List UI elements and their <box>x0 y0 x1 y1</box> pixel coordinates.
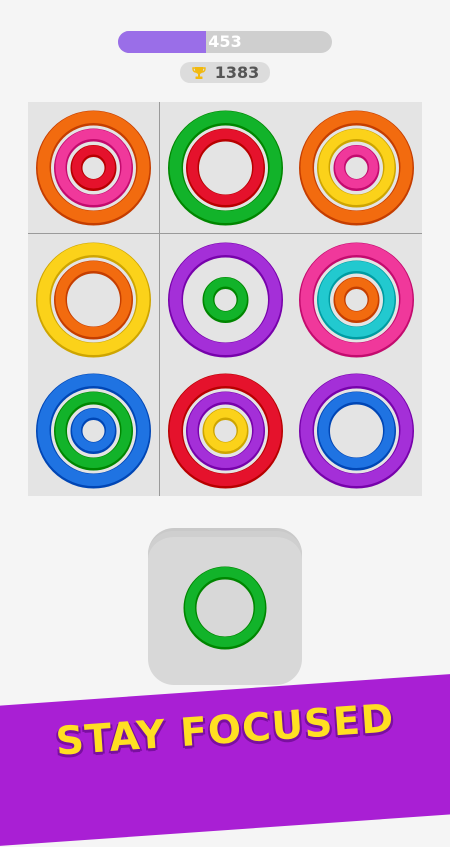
best-score-pill: 1383 <box>180 62 270 83</box>
piece-tray[interactable] <box>148 528 302 685</box>
medium-red-ring <box>186 128 265 208</box>
tray-medium-green-ring <box>183 566 267 650</box>
small-orange-ring <box>333 277 380 323</box>
game-board <box>28 102 422 496</box>
board-cell-r2-c3[interactable] <box>291 234 422 365</box>
board-cell-r1-c2[interactable] <box>160 102 291 233</box>
ring-stack <box>168 110 283 226</box>
board-cell-r1-c1[interactable] <box>28 102 159 233</box>
board-cell-r3-c1[interactable] <box>28 365 159 496</box>
current-score: 453 <box>208 32 242 51</box>
ring-stack <box>36 373 151 489</box>
ring-stack <box>36 110 151 226</box>
ring-stack <box>168 242 283 358</box>
large-purple-ring <box>168 242 283 358</box>
trophy-icon <box>192 66 206 79</box>
board-cell-r2-c2[interactable] <box>160 234 291 365</box>
best-score: 1383 <box>214 63 260 82</box>
medium-orange-ring <box>54 260 133 340</box>
small-red-ring <box>70 145 117 191</box>
small-pink-ring <box>333 145 380 191</box>
board-cell-r3-c2[interactable] <box>160 365 291 496</box>
ring-stack <box>36 242 151 358</box>
ring-stack <box>299 373 414 489</box>
score-progress-bar: 453 <box>118 31 332 53</box>
small-green-ring <box>202 277 249 323</box>
ring-stack <box>168 373 283 489</box>
board-cell-r2-c1[interactable] <box>28 234 159 365</box>
medium-blue-ring <box>317 391 396 471</box>
small-yellow-ring <box>202 408 249 454</box>
small-blue-ring <box>70 408 117 454</box>
tray-piece[interactable] <box>148 531 302 685</box>
board-cell-r3-c3[interactable] <box>291 365 422 496</box>
board-cell-r1-c3[interactable] <box>291 102 422 233</box>
ring-stack <box>299 110 414 226</box>
ring-stack <box>299 242 414 358</box>
